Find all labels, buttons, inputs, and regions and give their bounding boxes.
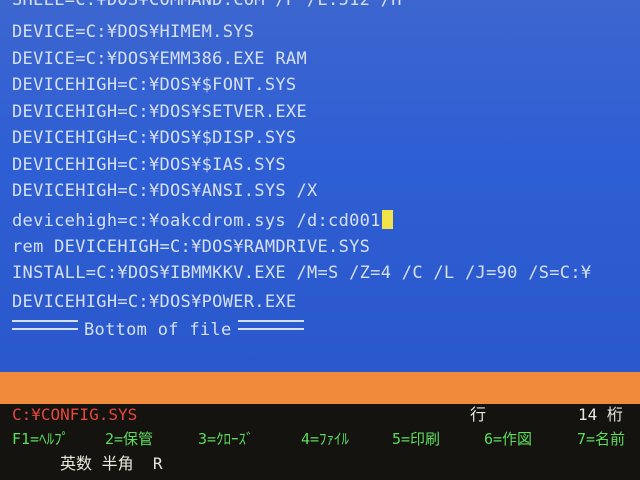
text-cursor [381,210,393,229]
editor-line[interactable]: DEVICEHIGH=C:¥DOS¥POWER.EXE [12,290,296,314]
editor-line[interactable]: DEVICEHIGH=C:¥DOS¥ANSI.SYS /X [12,179,318,203]
editor-line[interactable]: SHELL=C:¥DOS¥COMMAND.COM /P /E:512 /H [12,0,402,12]
eof-text: Bottom of file [84,320,232,340]
editor-line[interactable]: DEVICEHIGH=C:¥DOS¥$IAS.SYS [12,153,286,177]
editor-line-current[interactable]: devicehigh=c:¥oakcdrom.sys /d:cd001 [12,209,393,233]
status-area: C:¥CONFIG.SYS 行 14 桁 F1=ﾍﾙﾌﾟ 2=保管 3=ｸﾛｰｽ… [0,404,640,480]
fkey-save[interactable]: 2=保管 [105,428,153,450]
eof-rule-right [237,320,304,330]
editor-line[interactable]: DEVICEHIGH=C:¥DOS¥$FONT.SYS [12,73,296,97]
editor-line[interactable]: rem DEVICEHIGH=C:¥DOS¥RAMDRIVE.SYS [12,235,370,259]
eof-rule-left [12,320,78,330]
editor-line[interactable]: DEVICE=C:¥DOS¥EMM386.EXE RAM [12,47,307,71]
fkey-file[interactable]: 4=ﾌｧｲﾙ [301,428,349,450]
row-label: 行 [470,405,487,424]
fkey-print[interactable]: 5=印刷 [392,428,440,450]
dos-screen: SHELL=C:¥DOS¥COMMAND.COM /P /E:512 /H DE… [0,0,640,480]
editor-line[interactable]: DEVICEHIGH=C:¥DOS¥$DISP.SYS [12,126,296,150]
fkey-help[interactable]: F1=ﾍﾙﾌﾟ [12,428,69,450]
input-mode-indicator: 英数 半角 R [60,454,163,473]
text-editor-area[interactable]: SHELL=C:¥DOS¥COMMAND.COM /P /E:512 /H DE… [0,0,640,372]
separator-band [0,372,640,404]
column-indicator: 14 桁 [578,405,623,424]
fkey-name[interactable]: 7=名前 [577,428,625,450]
file-path: C:¥CONFIG.SYS [12,405,138,424]
editor-line[interactable]: DEVICE=C:¥DOS¥HIMEM.SYS [12,20,254,44]
end-of-file-marker: Bottom of file [12,318,304,342]
editor-line[interactable]: DEVICEHIGH=C:¥DOS¥SETVER.EXE [12,100,307,124]
current-line-text[interactable]: devicehigh=c:¥oakcdrom.sys /d:cd001 [12,211,381,231]
fkey-close[interactable]: 3=ｸﾛｰｽﾞ [198,428,254,450]
editor-line[interactable]: INSTALL=C:¥DOS¥IBMMKKV.EXE /M=S /Z=4 /C … [12,261,591,285]
fkey-draw[interactable]: 6=作図 [484,428,532,450]
